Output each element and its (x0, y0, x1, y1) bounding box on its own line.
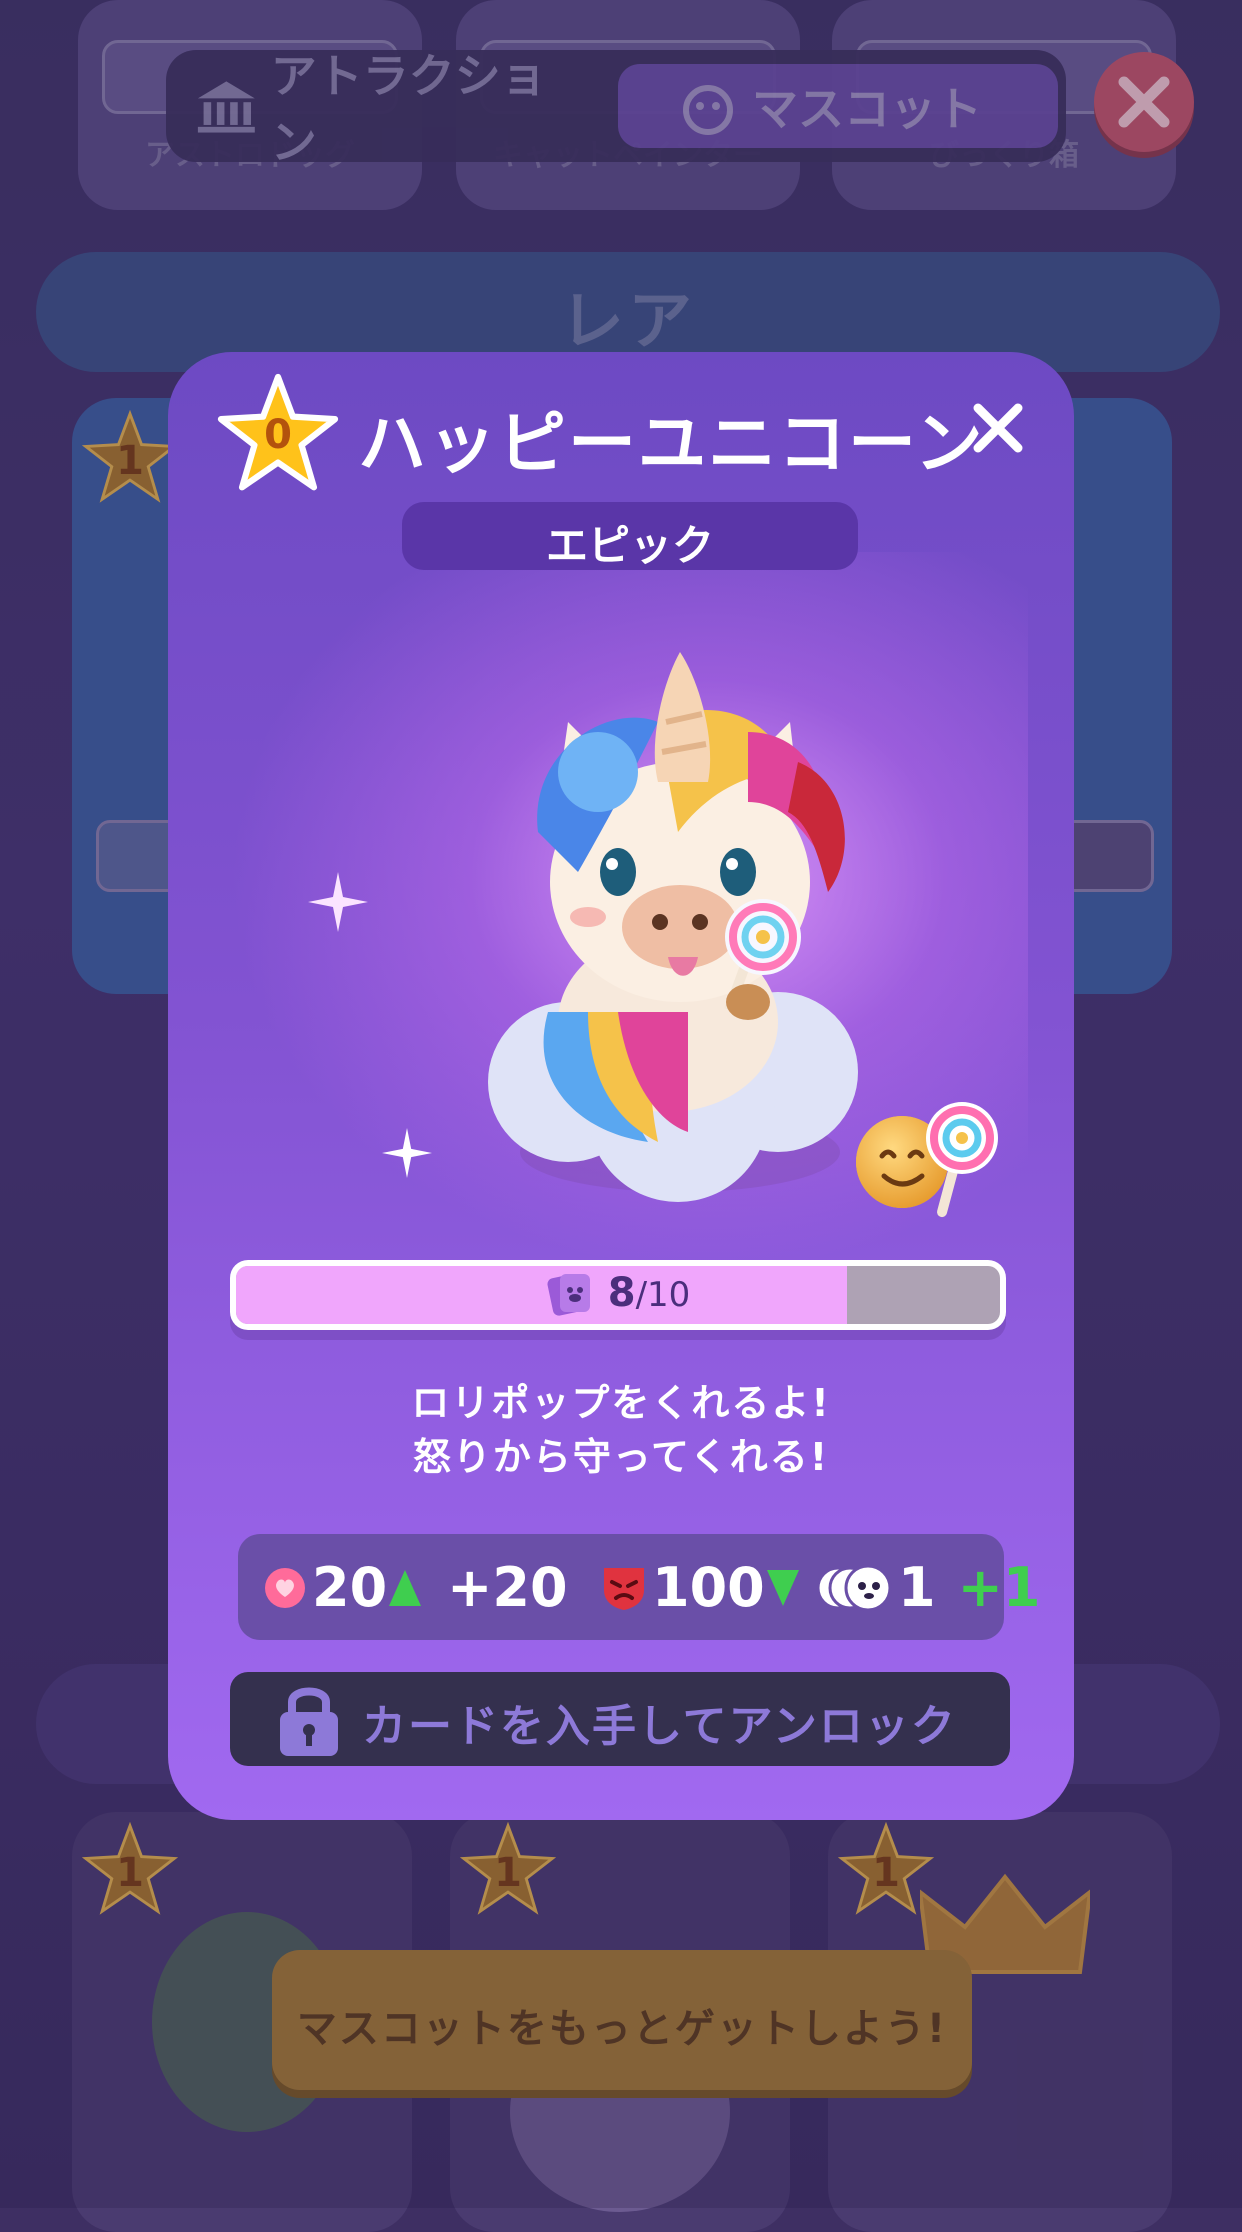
rarity-label: エピック (545, 521, 714, 570)
lollipop-emoji-icon (856, 1102, 998, 1218)
hearts-value: 20 (312, 1556, 388, 1619)
shield-value: 100 (652, 1556, 765, 1619)
rarity-badge: エピック (402, 502, 858, 570)
mascot-detail-modal: 0 ハッピーユニコーン エピック 8/10 ロリポップをくれるよ! 怒りから守っ… (168, 352, 1074, 1820)
shield-stat: 100 (600, 1556, 801, 1619)
description-line: 怒りから守ってくれる! (412, 1435, 830, 1479)
progress-label: 8/10 (230, 1270, 1006, 1316)
hearts-bonus: +20 (447, 1556, 568, 1619)
card-progress-bar: 8/10 (230, 1260, 1006, 1330)
close-modal-button[interactable] (968, 398, 1028, 458)
heart-icon (265, 1567, 305, 1608)
coins-stat: 1 +1 (818, 1556, 1040, 1619)
coin-stack-icon (818, 1564, 892, 1611)
mascot-card-icon (547, 1274, 590, 1316)
coins-value: 1 (898, 1556, 936, 1619)
arrow-up-icon (389, 1569, 422, 1606)
progress-current: 8 (607, 1270, 636, 1316)
star-level-label: 0 (264, 412, 292, 458)
unlock-label: カードを入手してアンロック (362, 1701, 957, 1752)
level-star-badge: 0 (216, 372, 340, 496)
mascot-description: ロリポップをくれるよ! 怒りから守ってくれる! (168, 1376, 1074, 1484)
unlock-with-cards-button[interactable]: カードを入手してアンロック (230, 1672, 1010, 1766)
description-line: ロリポップをくれるよ! (411, 1381, 831, 1425)
progress-total: /10 (635, 1275, 691, 1315)
sparkle-icon (308, 872, 368, 932)
mascot-stats-panel: 20 +20 100 1 +1 (238, 1534, 1040, 1640)
arrow-down-icon (766, 1569, 799, 1606)
lock-icon (280, 1687, 338, 1756)
coins-bonus: +1 (957, 1556, 1041, 1619)
angry-shield-icon (604, 1567, 644, 1610)
mascot-title: ハッピーユニコーン (358, 405, 985, 484)
hearts-stat: 20 +20 (264, 1556, 568, 1619)
